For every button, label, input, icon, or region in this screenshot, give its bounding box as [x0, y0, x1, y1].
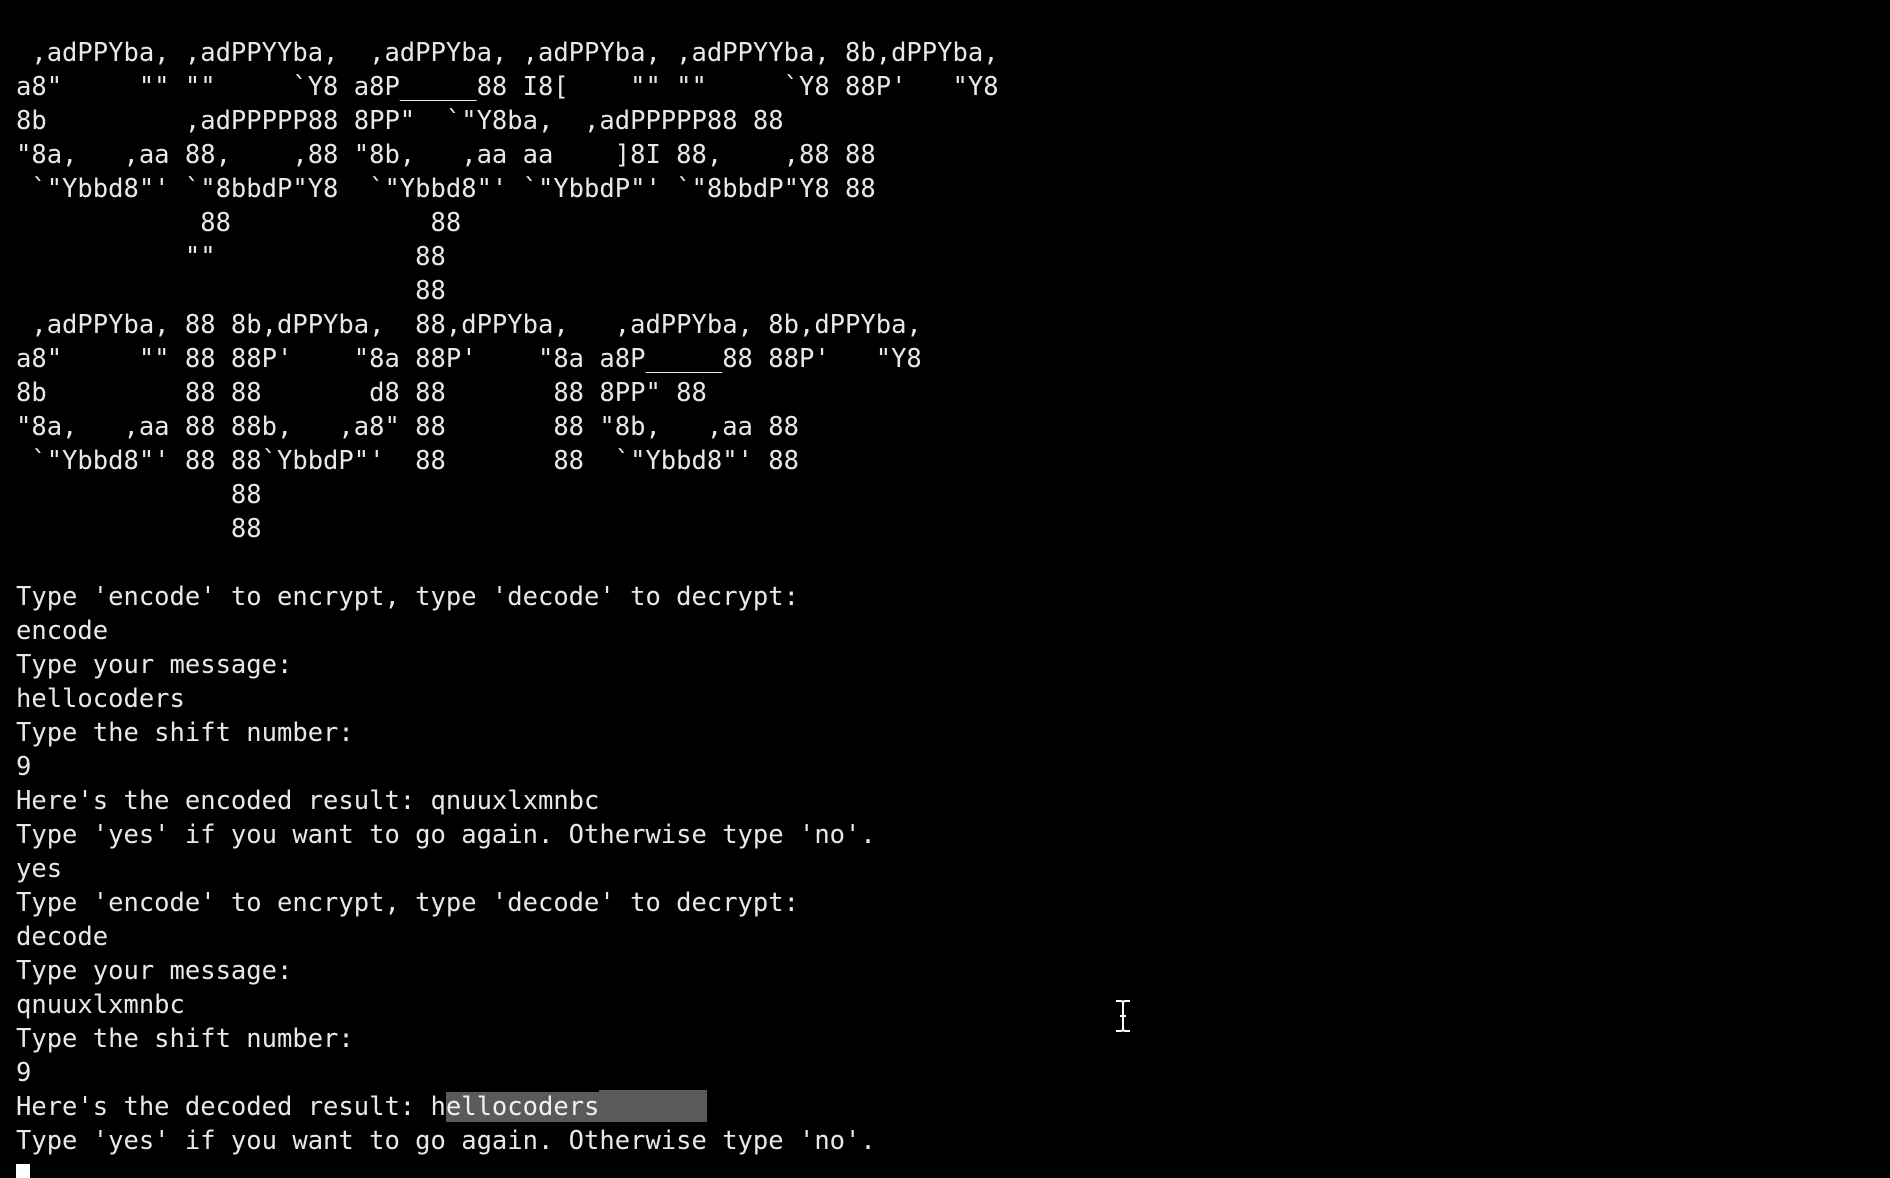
banner-line: a8" "" "" `Y8 a8P_____88 I8[ "" "" `Y8 8…	[16, 72, 999, 102]
selection-highlight	[599, 1090, 708, 1122]
banner-line: "8a, ,aa 88 88b, ,a8" 88 88 "8b, ,aa 88	[16, 412, 799, 442]
selected-text[interactable]: ellocoders	[445, 1092, 600, 1122]
prompt-shift: Type the shift number:	[16, 1024, 354, 1054]
banner-line: 88	[16, 514, 262, 544]
user-input-shift: 9	[16, 1058, 32, 1088]
banner-line: "" 88	[16, 242, 446, 272]
banner-line: a8" "" 88 88P' "8a 88P' "8a a8P_____88 8…	[16, 344, 922, 374]
prompt-mode: Type 'encode' to encrypt, type 'decode' …	[16, 888, 799, 918]
decoded-result[interactable]: Here's the decoded result: hellocoders	[16, 1090, 1890, 1124]
banner-line: 8b 88 88 d8 88 88 8PP" 88	[16, 378, 707, 408]
decoded-result-prefix: Here's the decoded result: h	[16, 1092, 446, 1122]
text-ibeam-icon	[1116, 999, 1130, 1033]
banner-line: ,adPPYba, 88 8b,dPPYba, 88,dPPYba, ,adPP…	[16, 310, 922, 340]
prompt-mode: Type 'encode' to encrypt, type 'decode' …	[16, 582, 799, 612]
banner-line: `"Ybbd8"' `"8bbdP"Y8 `"Ybbd8"' `"YbbdP"'…	[16, 174, 876, 204]
terminal-window[interactable]: ,adPPYba, ,adPPYYba, ,adPPYba, ,adPPYba,…	[0, 0, 1890, 1178]
terminal-session-output: Type 'encode' to encrypt, type 'decode' …	[16, 580, 1890, 1158]
banner-line: "8a, ,aa 88, ,88 "8b, ,aa aa ]8I 88, ,88…	[16, 140, 876, 170]
banner-line: 88 88	[16, 208, 462, 238]
banner-line: `"Ybbd8"' 88 88`YbbdP"' 88 88 `"Ybbd8"' …	[16, 446, 799, 476]
ascii-art-banner: ,adPPYba, ,adPPYYba, ,adPPYba, ,adPPYba,…	[16, 36, 1890, 546]
banner-line: 88	[16, 480, 262, 510]
prompt-message: Type your message:	[16, 956, 293, 986]
user-input-again: yes	[16, 854, 63, 884]
banner-line: ,adPPYba, ,adPPYYba, ,adPPYba, ,adPPYba,…	[16, 38, 999, 68]
banner-line: 88	[16, 276, 446, 306]
user-input-mode: encode	[16, 616, 109, 646]
encoded-result: Here's the encoded result: qnuuxlxmnbc	[16, 786, 600, 816]
user-input-mode: decode	[16, 922, 109, 952]
user-input-message: qnuuxlxmnbc	[16, 990, 185, 1020]
block-cursor-icon	[16, 1164, 30, 1178]
user-input-message: hellocoders	[16, 684, 185, 714]
user-input-shift: 9	[16, 752, 32, 782]
prompt-again: Type 'yes' if you want to go again. Othe…	[16, 820, 876, 850]
banner-line: 8b ,adPPPPP88 8PP" `"Y8ba, ,adPPPPP88 88	[16, 106, 784, 136]
prompt-message: Type your message:	[16, 650, 293, 680]
prompt-shift: Type the shift number:	[16, 718, 354, 748]
prompt-again: Type 'yes' if you want to go again. Othe…	[16, 1126, 876, 1156]
